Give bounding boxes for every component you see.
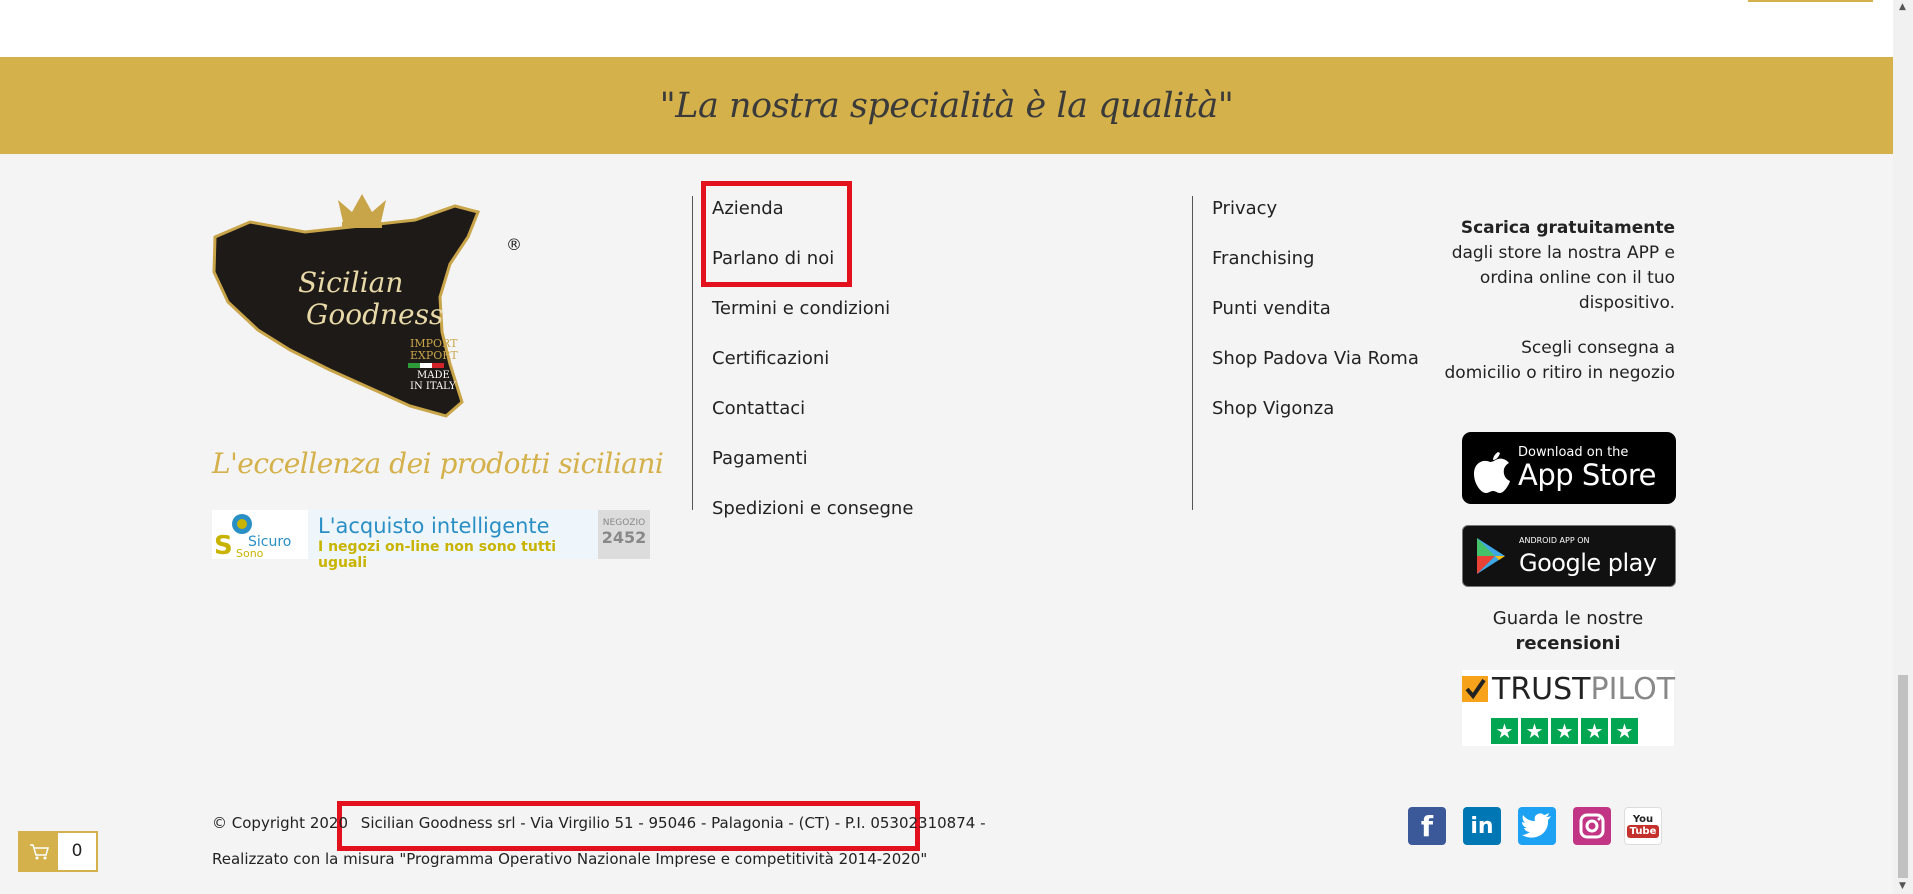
link-punti-vendita[interactable]: Punti vendita — [1212, 297, 1419, 347]
scroll-up-icon[interactable]: ▲ — [1899, 3, 1906, 12]
cart-widget[interactable]: 0 — [18, 831, 98, 872]
scroll-down-icon[interactable]: ▼ — [1899, 882, 1906, 891]
cart-icon — [20, 833, 58, 870]
sicuro-title: L'acquisto intelligente — [318, 514, 550, 538]
svg-text:®: ® — [506, 235, 522, 254]
brand-tagline: L'eccellenza dei prodotti siciliani — [212, 447, 664, 480]
svg-text:S: S — [214, 531, 233, 559]
youtube-icon[interactable]: You Tube — [1624, 807, 1662, 845]
google-play-icon — [1477, 538, 1505, 574]
copyright-line: © Copyright 2020 Sicilian Goodness srl -… — [212, 814, 986, 832]
link-shop-vigonza[interactable]: Shop Vigonza — [1212, 397, 1419, 447]
svg-text:EXPORT: EXPORT — [410, 349, 458, 362]
sicuro-negozio-box: NEGOZIO 2452 — [598, 510, 650, 559]
app-download-info: Scarica gratuitamente dagli store la nos… — [1440, 216, 1676, 386]
reviews-line1: Guarda le nostre — [1492, 608, 1644, 629]
negozio-label: NEGOZIO — [602, 518, 646, 528]
sicuro-text-block: L'acquisto intelligente I negozi on-line… — [308, 510, 598, 571]
svg-text:Sicilian: Sicilian — [298, 266, 403, 299]
link-pagamenti[interactable]: Pagamenti — [712, 447, 913, 497]
link-termini-e-condizioni[interactable]: Termini e condizioni — [712, 297, 913, 347]
app-description: dagli store la nostra APP e ordina onlin… — [1451, 243, 1675, 313]
google-play-button[interactable]: ANDROID APP ON Google play — [1462, 525, 1676, 587]
googleplay-small-text: ANDROID APP ON — [1519, 536, 1590, 545]
link-franchising[interactable]: Franchising — [1212, 247, 1419, 297]
svg-text:IN ITALY: IN ITALY — [410, 381, 456, 392]
twitter-icon[interactable] — [1518, 807, 1556, 845]
reviews-text: Guarda le nostre recensioni — [1462, 606, 1674, 656]
sicuro-badge[interactable]: S Sicuro Sono L'acquisto intelligente I … — [212, 510, 650, 571]
star-icon: ★ — [1611, 718, 1638, 744]
company-info: Sicilian Goodness srl - Via Virgilio 51 … — [360, 814, 986, 832]
copyright-text: © Copyright 2020 — [212, 814, 349, 832]
top-accent-bar — [1748, 0, 1873, 2]
negozio-number: 2452 — [601, 528, 647, 547]
page-top-area — [0, 0, 1893, 57]
column-divider — [1192, 196, 1193, 510]
star-icon: ★ — [1521, 718, 1548, 744]
column-divider — [692, 196, 693, 510]
cart-count: 0 — [71, 841, 83, 861]
link-spedizioni-e-consegne[interactable]: Spedizioni e consegne — [712, 497, 913, 547]
app-headline: Scarica gratuitamente — [1460, 218, 1675, 238]
realizzato-text: Realizzato con la misura "Programma Oper… — [212, 850, 928, 868]
appstore-big-text: App Store — [1518, 458, 1657, 492]
trustpilot-badge[interactable]: TRUSTPILOT ★ ★ ★ ★ ★ — [1462, 670, 1676, 746]
link-certificazioni[interactable]: Certificazioni — [712, 347, 913, 397]
reviews-link[interactable]: recensioni — [1462, 631, 1674, 656]
brand-logo[interactable]: Sicilian Goodness IMPORT EXPORT MADE IN … — [210, 192, 530, 420]
link-shop-padova-via-roma[interactable]: Shop Padova Via Roma — [1212, 347, 1419, 397]
app-store-button[interactable]: Download on the App Store — [1462, 432, 1676, 504]
star-icon: ★ — [1581, 718, 1608, 744]
slogan-text: "La nostra specialità è la qualità" — [659, 85, 1234, 126]
highlight-box-links — [701, 181, 852, 287]
scrollbar-thumb[interactable] — [1898, 675, 1908, 878]
svg-text:Goodness: Goodness — [306, 298, 443, 331]
linkedin-icon[interactable]: in — [1463, 807, 1501, 845]
trustpilot-check-icon — [1462, 676, 1488, 702]
apple-icon — [1474, 452, 1510, 493]
star-icon: ★ — [1491, 718, 1518, 744]
sicuro-logo: S Sicuro Sono — [212, 510, 308, 561]
footer-links-shop: Privacy Franchising Punti vendita Shop P… — [1212, 197, 1419, 447]
facebook-icon[interactable]: f — [1408, 807, 1446, 845]
svg-text:Sono: Sono — [236, 547, 264, 559]
sicuro-subtitle: I negozi on-line non sono tutti uguali — [318, 539, 557, 571]
trustpilot-wordmark: TRUSTPILOT — [1492, 672, 1676, 707]
sicily-logo-graphic: Sicilian Goodness IMPORT EXPORT MADE IN … — [212, 194, 522, 418]
instagram-icon[interactable] — [1573, 807, 1611, 845]
app-delivery-text: Scegli consegna a domicilio o ritiro in … — [1444, 338, 1676, 383]
trustpilot-stars: ★ ★ ★ ★ ★ — [1491, 718, 1638, 744]
link-contattaci[interactable]: Contattaci — [712, 397, 913, 447]
svg-text:MADE: MADE — [417, 370, 450, 381]
slogan-banner: "La nostra specialità è la qualità" — [0, 57, 1893, 154]
link-privacy[interactable]: Privacy — [1212, 197, 1419, 247]
googleplay-big-text: Google play — [1519, 549, 1657, 577]
star-icon: ★ — [1551, 718, 1578, 744]
